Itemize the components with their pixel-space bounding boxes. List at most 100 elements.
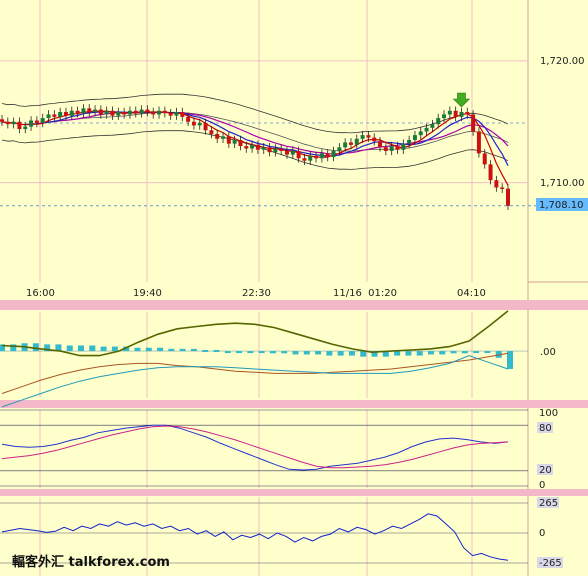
- candle-body: [139, 109, 144, 114]
- macd-histogram-bar: [202, 349, 209, 352]
- candle-body: [325, 153, 330, 158]
- candle-body: [197, 122, 202, 126]
- macd-histogram-bar: [89, 345, 96, 352]
- candle-body: [11, 121, 16, 125]
- macd-histogram-bar: [179, 348, 186, 352]
- candle-body: [261, 147, 266, 150]
- macd-histogram-bar: [100, 346, 107, 352]
- candle-body: [401, 143, 406, 150]
- candle-body: [226, 136, 231, 144]
- macd-histogram-bar: [190, 348, 197, 352]
- macd-histogram-bar: [145, 347, 152, 352]
- candle-body: [145, 109, 150, 112]
- candle-body: [63, 112, 68, 116]
- candle-body: [168, 113, 173, 116]
- macd-histogram-bar: [326, 351, 333, 356]
- price-tick-label: 1,720.00: [540, 56, 585, 67]
- candle-body: [500, 187, 505, 189]
- candle-body: [337, 147, 342, 151]
- panel-separator: [0, 400, 588, 408]
- candle-body: [238, 140, 243, 147]
- macd-histogram-bar: [134, 347, 141, 352]
- cci-tick-label: 265: [539, 498, 558, 509]
- macd-histogram-bar: [427, 351, 434, 355]
- candle-body: [430, 124, 435, 128]
- candle-body: [302, 158, 307, 161]
- candle-body: [273, 148, 278, 153]
- watermark: 輻客外汇 talkforex.com: [12, 554, 170, 570]
- candle-body: [250, 144, 255, 149]
- macd-histogram-bar: [473, 351, 480, 354]
- macd-histogram-bar: [484, 351, 491, 354]
- macd-histogram-bar: [450, 351, 457, 354]
- candle-body: [267, 147, 272, 153]
- candle-body: [69, 110, 74, 116]
- candle-body: [98, 109, 103, 115]
- candle-body: [494, 180, 499, 188]
- last-price-label: 1,708.10: [539, 200, 584, 211]
- macd-histogram-bar: [337, 351, 344, 356]
- candle-body: [34, 120, 39, 123]
- candle-body: [314, 155, 319, 159]
- cci-tick-label: 0: [539, 528, 545, 539]
- candle-body: [104, 110, 109, 115]
- macd-histogram-bar: [168, 348, 175, 352]
- candle-body: [81, 108, 86, 114]
- candle-body: [87, 108, 92, 112]
- macd-histogram-bar: [224, 351, 231, 354]
- candle-body: [348, 142, 353, 145]
- candle-body: [0, 119, 4, 122]
- candle-body: [122, 112, 127, 115]
- stoch-tick-label: 0: [539, 480, 545, 491]
- macd-histogram-bar: [157, 347, 164, 352]
- macd-histogram-bar: [405, 351, 412, 356]
- candle-body: [447, 110, 452, 115]
- candle-body: [255, 144, 260, 150]
- panel-separator: [0, 489, 588, 496]
- candle-body: [23, 126, 28, 130]
- candle-body: [5, 121, 10, 125]
- macd-histogram-bar: [258, 351, 265, 354]
- candle-body: [232, 140, 237, 144]
- macd-histogram-bar: [360, 351, 367, 357]
- candle-body: [58, 112, 63, 117]
- macd-histogram-bar: [32, 343, 39, 352]
- candle-body: [453, 110, 458, 117]
- candle-body: [343, 142, 348, 148]
- macd-histogram-bar: [416, 351, 423, 356]
- candle-body: [290, 150, 295, 155]
- candle-body: [459, 112, 464, 117]
- candle-body: [465, 112, 470, 115]
- macd-histogram-bar: [348, 351, 355, 356]
- candle-body: [151, 112, 156, 115]
- macd-histogram-bar: [269, 351, 276, 354]
- candle-body: [17, 121, 22, 130]
- candle-body: [471, 114, 476, 132]
- candle-body: [308, 155, 313, 161]
- candle-body: [244, 146, 249, 149]
- cci-tick-label: -265: [539, 558, 562, 569]
- candle-body: [372, 137, 377, 142]
- macd-histogram-bar: [66, 345, 73, 352]
- candle-body: [75, 110, 80, 114]
- candle-body: [476, 131, 481, 154]
- candle-body: [116, 112, 121, 116]
- time-tick-label: 04:10: [457, 288, 486, 299]
- candle-body: [279, 148, 284, 151]
- candle-body: [412, 135, 417, 140]
- candle-body: [389, 146, 394, 151]
- candle-body: [215, 133, 220, 139]
- macd-histogram-bar: [461, 351, 468, 354]
- macd-histogram-bar: [439, 351, 446, 355]
- candle-body: [209, 130, 214, 134]
- candle-body: [284, 150, 289, 155]
- macd-histogram-bar: [292, 351, 299, 355]
- candle-body: [378, 141, 383, 148]
- macd-histogram-bar: [213, 349, 220, 352]
- candle-body: [221, 136, 226, 139]
- candle-body: [180, 112, 185, 117]
- candle-body: [40, 118, 45, 123]
- panel-separator: [0, 300, 588, 310]
- time-tick-label: 19:40: [133, 288, 162, 299]
- macd-histogram-bar: [236, 351, 243, 354]
